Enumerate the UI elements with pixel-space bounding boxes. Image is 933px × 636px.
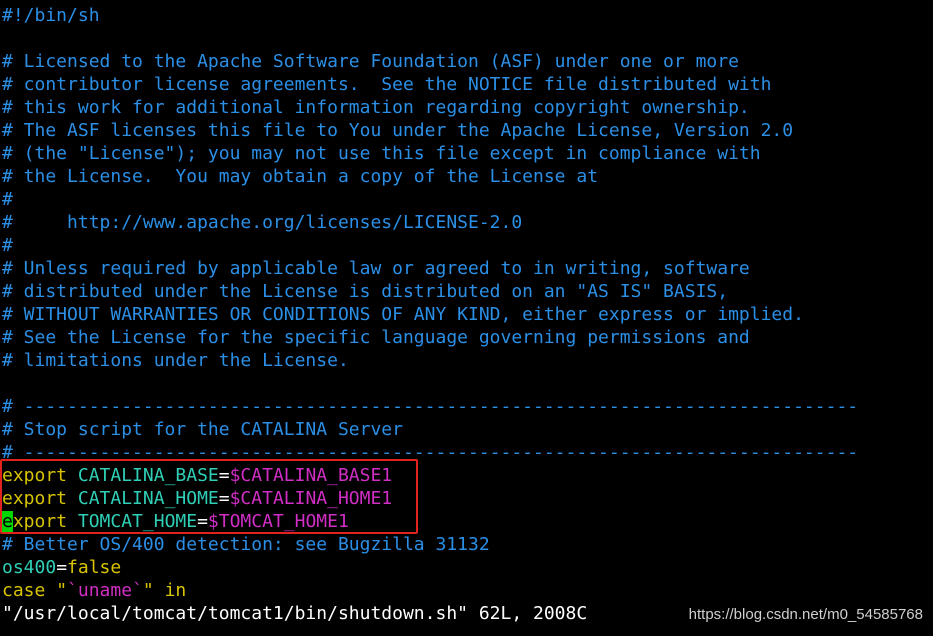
code-token-comment: # Stop script for the CATALINA Server [2, 419, 403, 440]
code-token-val: $CATALINA_HOME1 [229, 488, 393, 509]
vim-editor[interactable]: #!/bin/sh # Licensed to the Apache Softwa… [2, 4, 931, 625]
editor-line[interactable]: # WITHOUT WARRANTIES OR CONDITIONS OF AN… [2, 303, 931, 326]
editor-line[interactable]: # Stop script for the CATALINA Server [2, 418, 931, 441]
editor-line[interactable] [2, 372, 931, 395]
code-token-comment: # Unless required by applicable law or a… [2, 258, 750, 279]
editor-line[interactable]: os400=false [2, 556, 931, 579]
code-token-var: TOMCAT_HOME [67, 511, 198, 532]
code-token-str: " [142, 580, 154, 601]
editor-line[interactable]: # Better OS/400 detection: see Bugzilla … [2, 533, 931, 556]
editor-line[interactable]: case "`uname`" in [2, 579, 931, 602]
code-token-comment: # this work for additional information r… [2, 97, 750, 118]
code-token-comment: # the License. You may obtain a copy of … [2, 166, 599, 187]
code-token-val: $CATALINA_BASE1 [229, 465, 393, 486]
editor-line[interactable]: # [2, 188, 931, 211]
code-token-comment: # [2, 189, 13, 210]
code-token-comment: #!/bin/sh [2, 5, 100, 26]
code-token-val: $TOMCAT_HOME1 [207, 511, 349, 532]
text-cursor: e [2, 511, 13, 532]
code-token-comment: # Better OS/400 detection: see Bugzilla … [2, 534, 490, 555]
code-token-kw-case: case [2, 580, 46, 601]
code-token-kw-export: export [2, 465, 68, 486]
code-token-status: "/usr/local/tomcat/tomcat1/bin/shutdown.… [2, 603, 588, 624]
code-token-cmd: `uname` [67, 580, 143, 601]
editor-line[interactable]: # Unless required by applicable law or a… [2, 257, 931, 280]
editor-line[interactable]: # (the "License"); you may not use this … [2, 142, 931, 165]
code-token-kw-export: export [2, 488, 68, 509]
code-token-comment: # [2, 235, 13, 256]
code-token-kw-export: xport [12, 511, 68, 532]
code-token-comment: # Licensed to the Apache Software Founda… [2, 51, 739, 72]
editor-line[interactable]: export TOMCAT_HOME=$TOMCAT_HOME1 [2, 510, 931, 533]
editor-line[interactable]: # http://www.apache.org/licenses/LICENSE… [2, 211, 931, 234]
editor-line[interactable]: export CATALINA_BASE=$CATALINA_BASE1 [2, 464, 931, 487]
editor-line[interactable]: #!/bin/sh [2, 4, 931, 27]
editor-line[interactable]: # distributed under the License is distr… [2, 280, 931, 303]
watermark: https://blog.csdn.net/m0_54585768 [688, 606, 923, 623]
editor-line[interactable]: # [2, 234, 931, 257]
editor-line[interactable]: # Licensed to the Apache Software Founda… [2, 50, 931, 73]
code-token-comment: # http://www.apache.org/licenses/LICENSE… [2, 212, 523, 233]
editor-line[interactable]: export CATALINA_HOME=$CATALINA_HOME1 [2, 487, 931, 510]
code-token-kw-case: in [153, 580, 187, 601]
editor-line[interactable]: # The ASF licenses this file to You unde… [2, 119, 931, 142]
code-token-comment: # WITHOUT WARRANTIES OR CONDITIONS OF AN… [2, 304, 804, 325]
code-token-comment: # distributed under the License is distr… [2, 281, 729, 302]
code-token-comment: # The ASF licenses this file to You unde… [2, 120, 794, 141]
code-token-op: = [197, 511, 208, 532]
code-token-op: = [218, 465, 230, 486]
editor-line[interactable]: # this work for additional information r… [2, 96, 931, 119]
editor-line[interactable]: # --------------------------------------… [2, 441, 931, 464]
code-token-comment: # --------------------------------------… [2, 396, 859, 417]
editor-line[interactable]: # the License. You may obtain a copy of … [2, 165, 931, 188]
code-token-comment: # limitations under the License. [2, 350, 349, 371]
code-token-var: os400 [2, 557, 57, 578]
editor-line[interactable]: # contributor license agreements. See th… [2, 73, 931, 96]
editor-line[interactable]: # limitations under the License. [2, 349, 931, 372]
code-token-op: = [218, 488, 230, 509]
editor-line[interactable]: # --------------------------------------… [2, 395, 931, 418]
editor-line[interactable] [2, 27, 931, 50]
code-token-comment: # --------------------------------------… [2, 442, 859, 463]
code-token-var: CATALINA_BASE [67, 465, 219, 486]
editor-line[interactable]: # See the License for the specific langu… [2, 326, 931, 349]
code-token-str: " [56, 580, 68, 601]
code-token-comment: # (the "License"); you may not use this … [2, 143, 761, 164]
code-token-var: CATALINA_HOME [67, 488, 219, 509]
code-token-comment: # contributor license agreements. See th… [2, 74, 772, 95]
code-token-op [45, 580, 56, 601]
code-token-op: = [56, 557, 68, 578]
code-token-str: false [67, 557, 122, 578]
code-token-comment: # See the License for the specific langu… [2, 327, 750, 348]
